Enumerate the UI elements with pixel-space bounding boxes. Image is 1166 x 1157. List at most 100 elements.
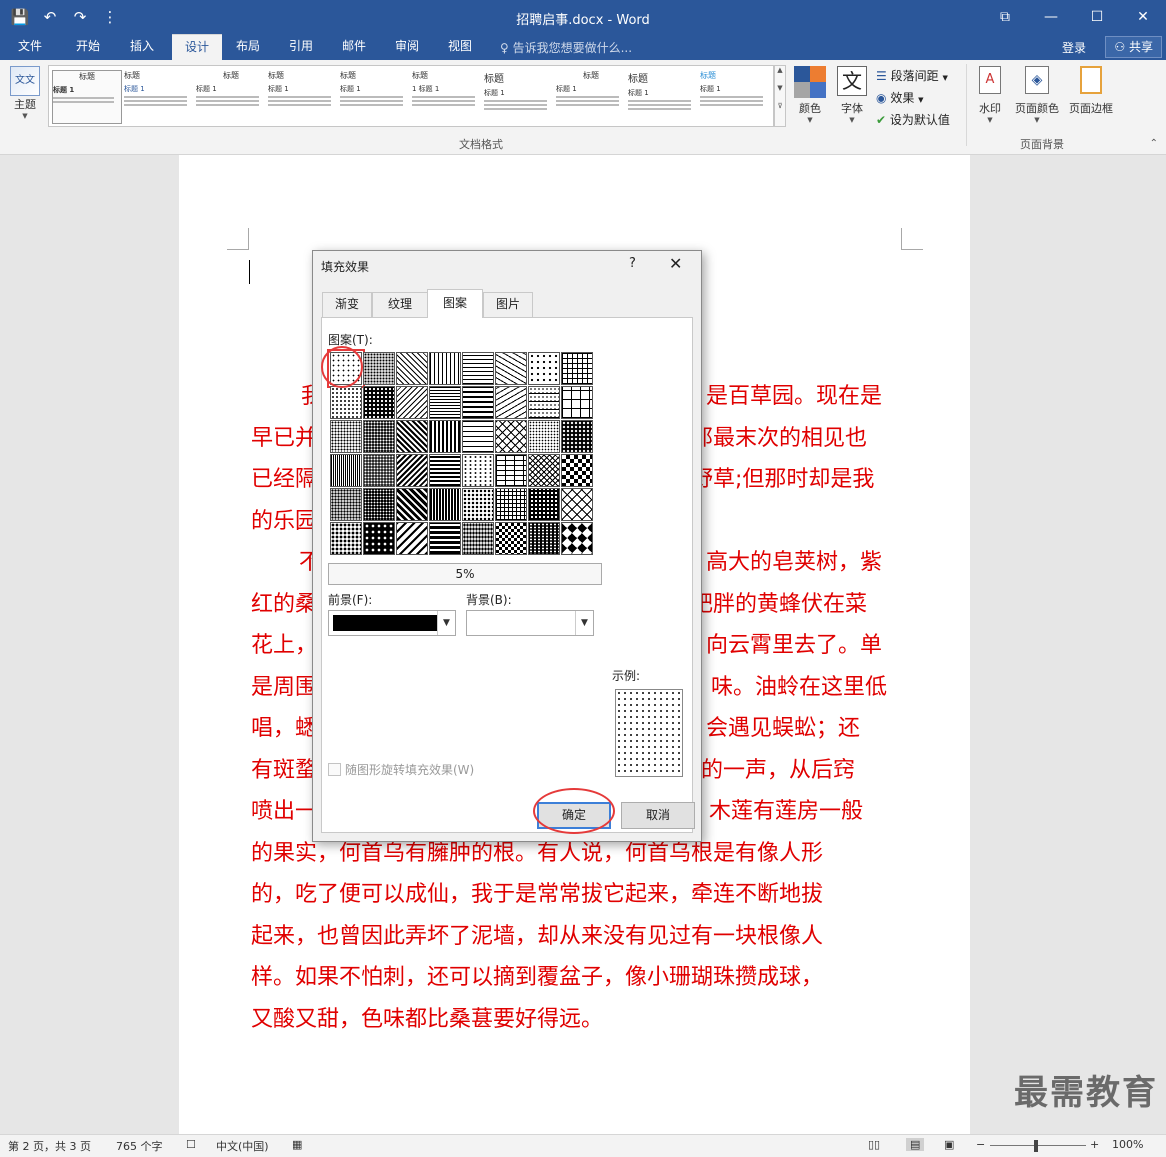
- colors-button[interactable]: 颜色 ▼: [792, 66, 828, 132]
- tab-layout[interactable]: 布局: [230, 34, 266, 60]
- dialog-close-icon[interactable]: ✕: [669, 254, 682, 273]
- tab-mailings[interactable]: 邮件: [336, 34, 372, 60]
- zoom-slider[interactable]: [990, 1145, 1086, 1146]
- pattern-swatch[interactable]: [495, 522, 527, 555]
- minimize-icon[interactable]: —: [1028, 0, 1074, 34]
- word-count[interactable]: 765 个字: [116, 1138, 163, 1154]
- pattern-swatch[interactable]: [363, 352, 395, 385]
- pattern-swatch[interactable]: [561, 454, 593, 487]
- tab-texture[interactable]: 纹理: [372, 292, 428, 317]
- pattern-swatch[interactable]: [363, 420, 395, 453]
- pattern-swatch[interactable]: [330, 522, 362, 555]
- pattern-swatch[interactable]: [495, 386, 527, 419]
- style-set-item[interactable]: 标题 标题 1: [340, 70, 410, 124]
- rotate-with-shape-checkbox[interactable]: 随图形旋转填充效果(W): [328, 761, 474, 778]
- pattern-swatch[interactable]: [462, 352, 494, 385]
- pattern-swatch[interactable]: [429, 522, 461, 555]
- cancel-button[interactable]: 取消: [621, 802, 695, 829]
- pattern-swatch[interactable]: [396, 386, 428, 419]
- tab-references[interactable]: 引用: [283, 34, 319, 60]
- zoom-slider-thumb[interactable]: [1034, 1140, 1038, 1152]
- pattern-swatch[interactable]: [495, 488, 527, 521]
- pattern-swatch[interactable]: [429, 352, 461, 385]
- style-set-item[interactable]: 标题 标题 1: [556, 70, 626, 124]
- zoom-in-icon[interactable]: +: [1090, 1138, 1099, 1151]
- page-color-button[interactable]: ◈ 页面颜色 ▼: [1012, 66, 1062, 132]
- pattern-swatch[interactable]: [330, 488, 362, 521]
- maximize-icon[interactable]: ☐: [1074, 0, 1120, 34]
- pattern-swatch[interactable]: [528, 522, 560, 555]
- pattern-swatch[interactable]: [462, 522, 494, 555]
- pattern-swatch[interactable]: [528, 454, 560, 487]
- pattern-swatch[interactable]: [528, 420, 560, 453]
- style-set-item[interactable]: 标题 标题 1: [268, 70, 338, 124]
- style-set-item[interactable]: 标题 标题 1: [52, 70, 122, 124]
- login-link[interactable]: 登录: [1062, 39, 1086, 56]
- gallery-more-icon[interactable]: ⊽: [775, 102, 785, 110]
- pattern-swatch[interactable]: [396, 420, 428, 453]
- pattern-swatch[interactable]: [462, 488, 494, 521]
- pattern-swatch[interactable]: [462, 386, 494, 419]
- pattern-swatch[interactable]: [528, 488, 560, 521]
- customize-qat-icon[interactable]: ⋮: [98, 6, 122, 28]
- scroll-down-icon[interactable]: ▼: [775, 84, 785, 92]
- tell-me-search[interactable]: ♀ 告诉我您想要做什么...: [500, 39, 632, 56]
- tab-gradient[interactable]: 渐变: [322, 292, 372, 317]
- foreground-color-select[interactable]: ▼: [328, 610, 456, 636]
- pattern-swatch[interactable]: [396, 522, 428, 555]
- pattern-swatch[interactable]: [429, 420, 461, 453]
- style-set-item[interactable]: 标题 标题 1: [700, 70, 770, 124]
- style-set-item[interactable]: 标题 标题 1: [484, 70, 554, 124]
- pattern-swatch[interactable]: [330, 420, 362, 453]
- pattern-swatch[interactable]: [429, 488, 461, 521]
- pattern-swatch[interactable]: [330, 386, 362, 419]
- web-layout-icon[interactable]: ▣: [944, 1138, 954, 1151]
- help-icon[interactable]: ?: [629, 256, 636, 271]
- ribbon-display-icon[interactable]: ⧉: [982, 0, 1028, 34]
- style-set-item[interactable]: 标题 1 标题 1: [412, 70, 482, 124]
- background-color-select[interactable]: ▼: [466, 610, 594, 636]
- paragraph-spacing-button[interactable]: ☰ 段落间距 ▼: [876, 67, 948, 84]
- tab-pattern[interactable]: 图案: [427, 289, 483, 318]
- style-set-item[interactable]: 标题 标题 1: [124, 70, 194, 124]
- save-icon[interactable]: 💾: [8, 6, 32, 28]
- style-set-item[interactable]: 标题 标题 1: [196, 70, 266, 124]
- language-indicator[interactable]: 中文(中国): [216, 1138, 269, 1154]
- pattern-swatch[interactable]: [363, 522, 395, 555]
- pattern-swatch[interactable]: [363, 488, 395, 521]
- zoom-out-icon[interactable]: −: [976, 1138, 985, 1151]
- pattern-swatch[interactable]: [363, 386, 395, 419]
- effects-button[interactable]: ◉ 效果 ▼: [876, 89, 924, 106]
- pattern-swatch[interactable]: [495, 352, 527, 385]
- pattern-swatch[interactable]: [528, 386, 560, 419]
- tab-file[interactable]: 文件: [12, 34, 48, 60]
- tab-insert[interactable]: 插入: [124, 34, 160, 60]
- pattern-swatch[interactable]: [561, 352, 593, 385]
- tab-picture[interactable]: 图片: [483, 292, 533, 317]
- tab-design[interactable]: 设计: [172, 34, 222, 60]
- print-layout-icon[interactable]: ▤: [906, 1138, 925, 1151]
- pattern-swatch[interactable]: [462, 454, 494, 487]
- pattern-swatch[interactable]: [429, 454, 461, 487]
- pattern-swatch[interactable]: [528, 352, 560, 385]
- collapse-ribbon-icon[interactable]: ⌃: [1150, 138, 1158, 149]
- proofing-icon[interactable]: ☐: [186, 1138, 196, 1151]
- pattern-swatch[interactable]: [462, 420, 494, 453]
- fonts-button[interactable]: 文 字体 ▼: [834, 66, 870, 132]
- tab-view[interactable]: 视图: [442, 34, 478, 60]
- scroll-up-icon[interactable]: ▲: [775, 66, 785, 74]
- macro-icon[interactable]: ▦: [292, 1138, 302, 1151]
- redo-icon[interactable]: ↷: [68, 6, 92, 28]
- gallery-scroll[interactable]: ▲ ▼ ⊽: [774, 65, 786, 127]
- pattern-swatch[interactable]: [363, 454, 395, 487]
- pattern-swatch[interactable]: [561, 522, 593, 555]
- pattern-swatch[interactable]: [561, 488, 593, 521]
- read-mode-icon[interactable]: ▯▯: [868, 1138, 880, 1151]
- close-icon[interactable]: ✕: [1120, 0, 1166, 34]
- themes-button[interactable]: 文文 主题 ▼: [6, 64, 44, 130]
- share-button[interactable]: ⚇ 共享: [1105, 36, 1162, 58]
- pattern-swatch[interactable]: [495, 420, 527, 453]
- set-as-default-button[interactable]: ✔ 设为默认值: [876, 111, 950, 128]
- pattern-swatch[interactable]: [330, 454, 362, 487]
- tab-review[interactable]: 审阅: [389, 34, 425, 60]
